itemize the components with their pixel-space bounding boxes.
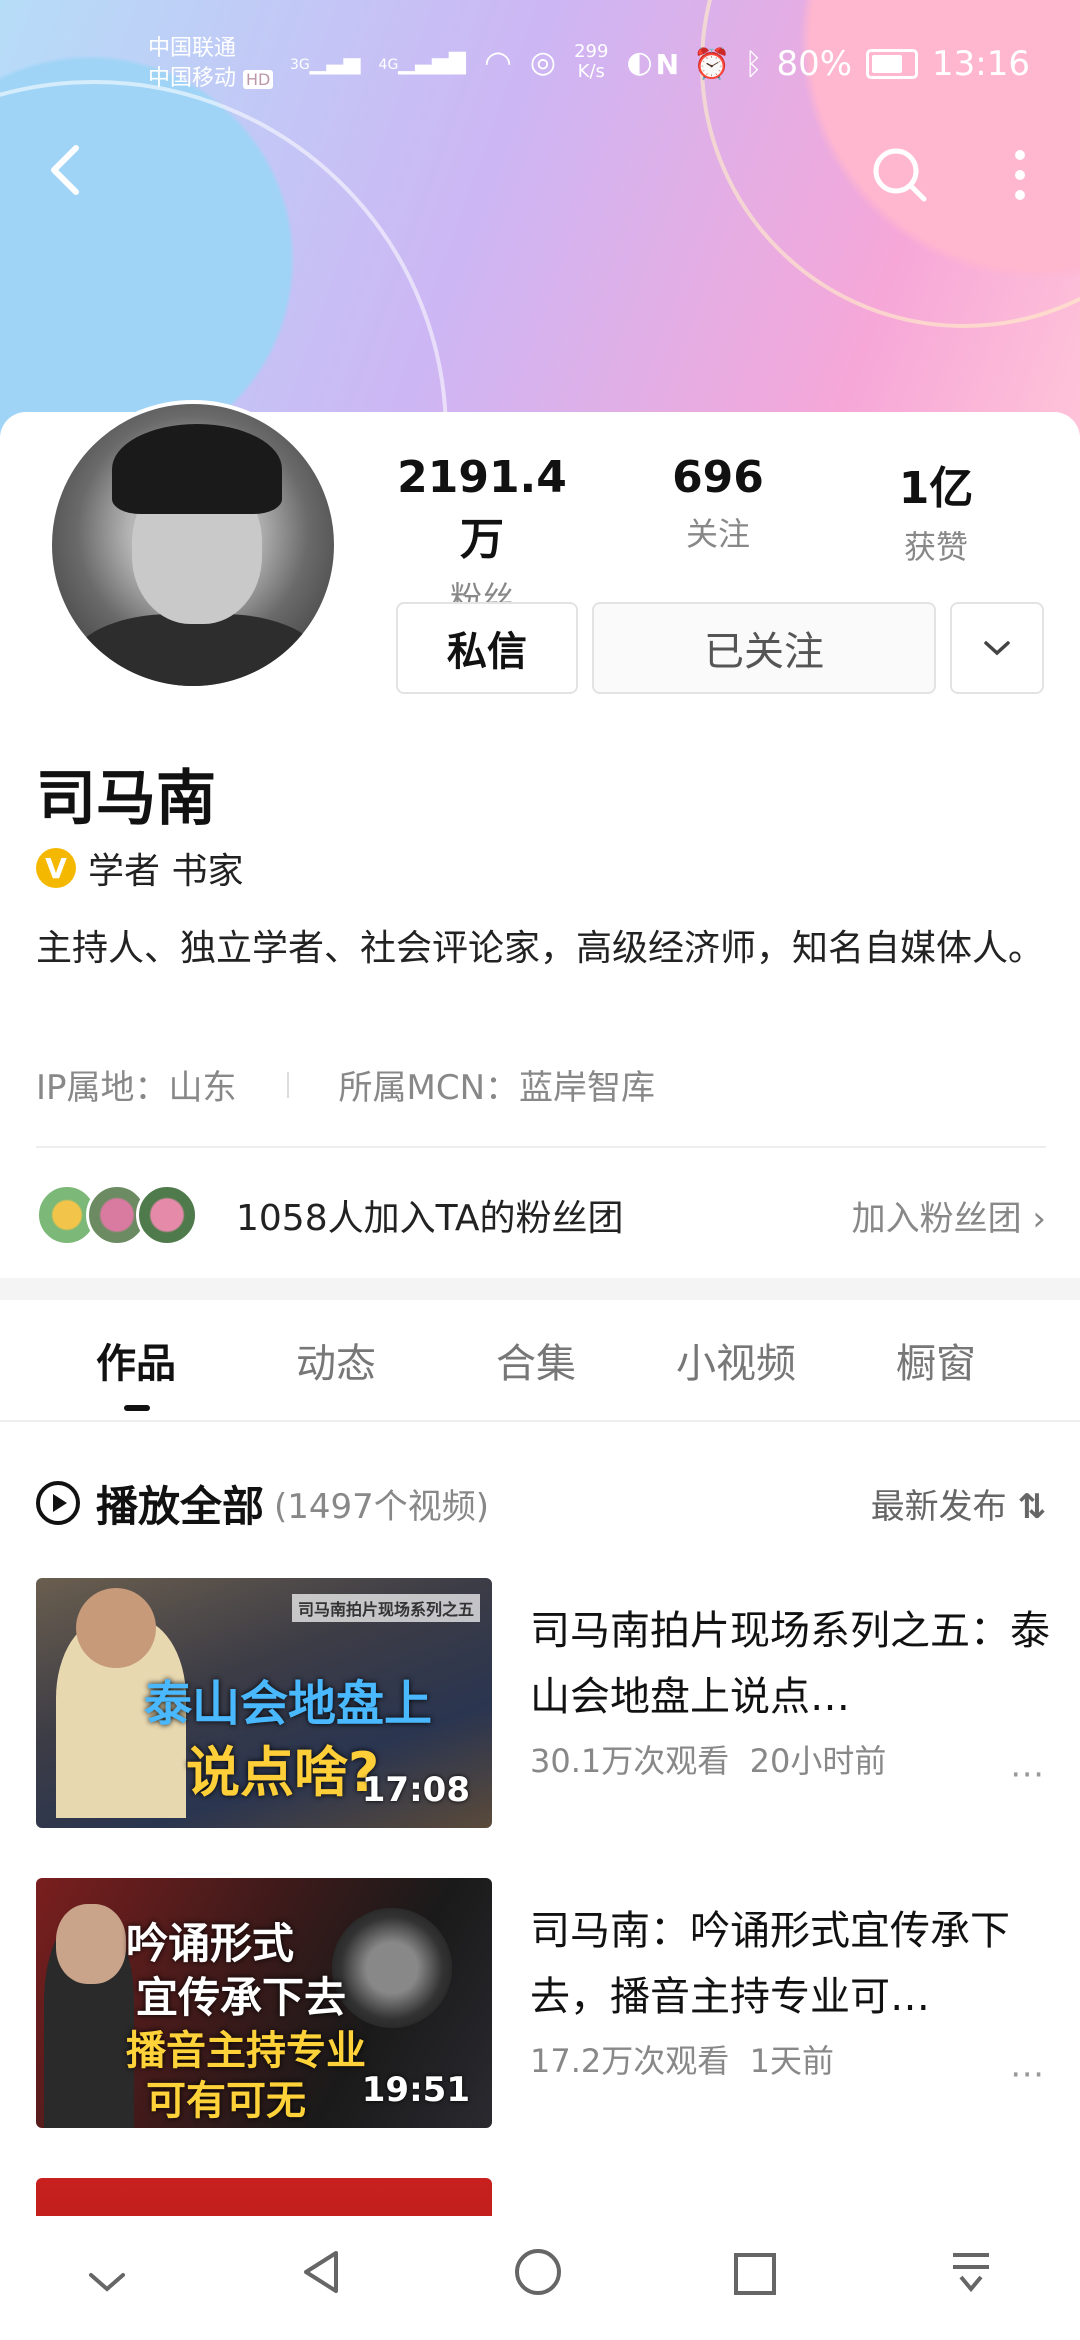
status-bar: 中国联通 中国移动 HD 3G▁▃▅ 4G▁▃▅▇ ◠ ◎ 299 K/s ◐ N… xyxy=(0,28,1080,108)
video-time: 1天前 xyxy=(749,2042,834,2080)
video-duration: 19:51 xyxy=(361,2070,470,2110)
carrier-2: 中国移动 xyxy=(148,66,237,91)
likes-label: 获赞 xyxy=(903,528,968,566)
video-time: 20小时前 xyxy=(749,1742,887,1780)
search-icon[interactable] xyxy=(870,145,930,209)
wifi-icon: ◠ xyxy=(483,43,512,81)
alarm-icon: ⏰ xyxy=(693,46,731,82)
sort-icon: ⇅ xyxy=(1017,1486,1047,1527)
profile-name: 司马南 xyxy=(36,764,216,834)
recents-nav-icon[interactable] xyxy=(732,2247,778,2310)
vpn-icon: ◐ xyxy=(626,44,653,80)
thumb-caption-top: 司马南拍片现场系列之五 xyxy=(291,1594,480,1622)
thumb-caption-1: 吟诵形式 xyxy=(126,1919,295,1968)
tab-updates[interactable]: 动态 xyxy=(236,1331,436,1389)
clock: 13:16 xyxy=(932,44,1030,84)
followed-button[interactable]: 已关注 xyxy=(592,602,936,694)
network-3g-icon: 3G▁▃▅ xyxy=(290,49,361,75)
stat-likes[interactable]: 1亿 获赞 xyxy=(836,452,1036,568)
tab-collections[interactable]: 合集 xyxy=(436,1331,636,1389)
content-tabs: 作品 动态 合集 小视频 橱窗 xyxy=(0,1300,1080,1420)
thumb-caption-2: 说点啥? xyxy=(186,1741,380,1804)
video-meta: 30.1万次观看 20小时前 xyxy=(530,1736,1050,1782)
mcn-info[interactable]: 所属MCN：蓝岸智库 xyxy=(339,1060,656,1109)
video-item[interactable] xyxy=(36,2178,1046,2216)
stat-fans[interactable]: 2191.4万 粉丝 xyxy=(382,452,582,619)
ip-location: IP属地：山东 xyxy=(36,1068,237,1108)
message-button[interactable]: 私信 xyxy=(396,602,578,694)
tab-works[interactable]: 作品 xyxy=(36,1331,236,1411)
video-title[interactable]: 司马南：吟诵形式宜传承下去，播音主持专业可… xyxy=(530,1898,1050,2030)
fan-avatar xyxy=(136,1184,198,1246)
hd-badge: HD xyxy=(243,70,274,89)
video-title[interactable]: 司马南拍片现场系列之五：泰山会地盘上说点… xyxy=(530,1598,1050,1730)
fans-count: 2191.4万 xyxy=(397,452,567,565)
verified-tag-text: 学者 书家 xyxy=(88,851,244,892)
system-nav-bar xyxy=(0,2216,1080,2340)
following-label: 关注 xyxy=(685,515,750,553)
following-count: 696 xyxy=(672,452,764,503)
network-speed: 299 K/s xyxy=(574,41,609,82)
home-nav-icon[interactable] xyxy=(513,2247,563,2310)
play-all-button[interactable]: 播放全部 xyxy=(96,1473,264,1534)
video-item[interactable]: 吟诵形式 宜传承下去 播音主持专业 可有可无 19:51 司马南：吟诵形式宜传承… xyxy=(36,1878,1046,2128)
stat-following[interactable]: 696 关注 xyxy=(618,452,818,555)
back-icon[interactable] xyxy=(44,140,84,204)
network-4g-icon: 4G▁▃▅▇ xyxy=(378,49,466,75)
fan-club-text: 1058人加入TA的粉丝团 xyxy=(236,1198,624,1239)
meta-divider xyxy=(286,1071,289,1098)
play-all-row: 播放全部 (1497个视频) 最新发布 ⇅ xyxy=(36,1468,1046,1538)
chevron-down-icon xyxy=(984,641,1010,656)
chevron-right-icon: › xyxy=(1032,1198,1046,1239)
more-icon[interactable]: ⋯ xyxy=(1010,1754,1046,1794)
likes-count: 1亿 xyxy=(898,463,974,514)
sort-button[interactable]: 最新发布 ⇅ xyxy=(871,1479,1046,1528)
nfc-icon: N xyxy=(655,47,680,81)
video-info: 司马南拍片现场系列之五：泰山会地盘上说点… 30.1万次观看 20小时前 xyxy=(530,1598,1050,1782)
dropdown-button[interactable] xyxy=(950,602,1044,694)
video-thumbnail[interactable]: 司马南拍片现场系列之五 泰山会地盘上 说点啥? 17:08 xyxy=(36,1578,492,1828)
verified-icon: V xyxy=(36,848,76,888)
battery-percent: 80% xyxy=(776,44,853,84)
video-item[interactable]: 司马南拍片现场系列之五 泰山会地盘上 说点啥? 17:08 司马南拍片现场系列之… xyxy=(36,1578,1050,1828)
back-nav-icon[interactable] xyxy=(298,2247,344,2310)
thumb-caption-2: 宜传承下去 xyxy=(136,1973,347,2022)
video-views: 17.2万次观看 xyxy=(530,2042,730,2080)
video-meta: 17.2万次观看 1天前 xyxy=(530,2036,1050,2082)
video-count: (1497个视频) xyxy=(274,1486,490,1527)
more-options-icon[interactable] xyxy=(1010,145,1030,209)
tabs-divider xyxy=(0,1420,1080,1422)
video-thumbnail[interactable] xyxy=(36,2178,492,2216)
video-info: 司马南：吟诵形式宜传承下去，播音主持专业可… 17.2万次观看 1天前 xyxy=(530,1898,1050,2082)
tab-short-videos[interactable]: 小视频 xyxy=(636,1331,836,1389)
fan-club-row[interactable]: 1058人加入TA的粉丝团 加入粉丝团 › xyxy=(36,1180,1046,1250)
video-thumbnail[interactable]: 吟诵形式 宜传承下去 播音主持专业 可有可无 19:51 xyxy=(36,1878,492,2128)
video-duration: 17:08 xyxy=(361,1770,470,1810)
more-icon[interactable]: ⋯ xyxy=(1010,2054,1046,2094)
profile-meta: IP属地：山东 所属MCN：蓝岸智库 xyxy=(36,1060,655,1109)
carrier-1: 中国联通 xyxy=(148,36,237,61)
verified-tag: V 学者 书家 xyxy=(36,842,243,894)
bluetooth-icon: ᛒ xyxy=(744,46,763,82)
collapse-down-icon[interactable] xyxy=(85,2247,129,2310)
tab-showcase[interactable]: 橱窗 xyxy=(836,1331,1036,1389)
thumb-caption-1: 泰山会地盘上 xyxy=(144,1676,433,1732)
play-circle-icon[interactable] xyxy=(36,1481,80,1525)
video-views: 30.1万次观看 xyxy=(530,1742,730,1780)
hotspot-icon: ◎ xyxy=(529,44,557,80)
thumb-caption-4: 可有可无 xyxy=(146,2078,306,2124)
join-fan-club-link[interactable]: 加入粉丝团 › xyxy=(852,1191,1046,1240)
section-separator xyxy=(0,1278,1080,1300)
notification-pulldown-icon[interactable] xyxy=(947,2247,995,2310)
divider xyxy=(36,1146,1046,1148)
avatar[interactable] xyxy=(48,400,338,690)
battery-icon xyxy=(866,49,919,79)
profile-bio: 主持人、独立学者、社会评论家，高级经济师，知名自媒体人。 xyxy=(36,928,1045,969)
